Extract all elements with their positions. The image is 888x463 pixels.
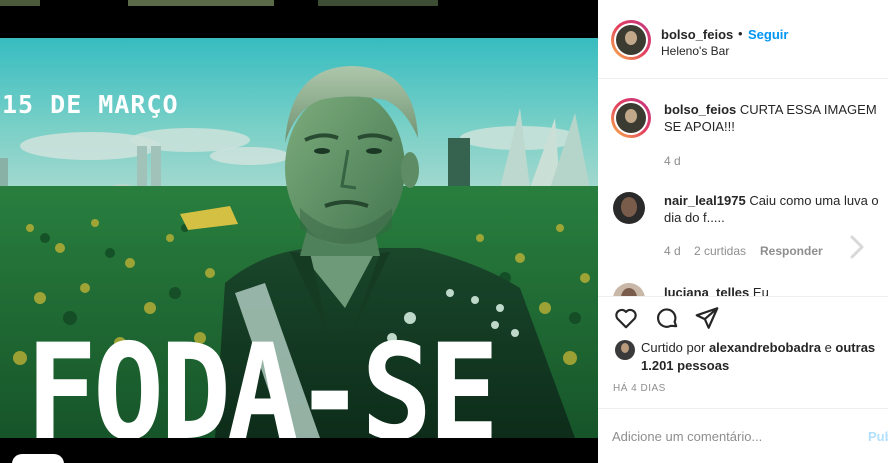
avatar[interactable]	[611, 98, 651, 138]
caption-username[interactable]: bolso_feios	[664, 102, 736, 117]
event-title-text: 15 DE MARÇO	[2, 90, 179, 119]
post-username[interactable]: bolso_feios	[661, 27, 733, 42]
thumbnail[interactable]	[0, 0, 40, 6]
post-side-panel: bolso_feios • Seguir Heleno's Bar bolso_…	[598, 0, 888, 463]
likes-prefix: Curtido por	[641, 340, 706, 355]
comment-likes[interactable]: 2 curtidas	[694, 244, 746, 258]
publish-button[interactable]: Publicar	[868, 429, 888, 444]
comment-input[interactable]	[612, 429, 832, 444]
comment-item: luciana_telles Eu	[664, 284, 884, 296]
avatar[interactable]	[615, 340, 635, 360]
comments-list[interactable]: bolso_feios CURTA ESSA IMAGEM SE APOIA!!…	[598, 78, 888, 296]
avatar[interactable]	[611, 20, 651, 60]
reply-button[interactable]: Responder	[760, 244, 823, 258]
post-timestamp[interactable]: HÁ 4 DIAS	[613, 383, 666, 394]
follow-button[interactable]: Seguir	[748, 27, 788, 42]
likes-conjunction: e	[824, 340, 832, 355]
post-header: bolso_feios • Seguir Heleno's Bar	[598, 0, 888, 79]
liked-by-user[interactable]: alexandrebobadra	[709, 340, 821, 355]
thumbnail[interactable]	[318, 0, 438, 6]
comment-item: nair_leal1975 Caiu como uma luva o dia d…	[664, 192, 884, 226]
post-image[interactable]: 15 DE MARÇO FODA-SE	[0, 38, 598, 438]
likes-summary: Curtido por alexandrebobadra e outras 1.…	[641, 339, 881, 375]
share-icon[interactable]	[694, 305, 720, 331]
comment-username[interactable]: nair_leal1975	[664, 193, 746, 208]
separator-dot: •	[738, 26, 743, 41]
instagram-post-view: 15 DE MARÇO FODA-SE bolso_feios • Seguir…	[0, 0, 888, 463]
caption: bolso_feios CURTA ESSA IMAGEM SE APOIA!!…	[664, 101, 888, 135]
caption-time[interactable]: 4 d	[664, 154, 681, 168]
thumbnail[interactable]	[128, 0, 274, 6]
top-strip	[0, 0, 598, 38]
chevron-right-icon[interactable]	[844, 234, 870, 260]
bottom-strip	[0, 438, 598, 463]
comment-icon[interactable]	[654, 305, 680, 331]
add-comment-bar: Publicar	[598, 408, 888, 463]
avatar[interactable]	[613, 283, 645, 296]
action-bar	[598, 296, 888, 343]
avatar[interactable]	[613, 192, 645, 224]
heart-icon[interactable]	[613, 305, 639, 331]
comment-text: Eu	[752, 285, 769, 296]
comment-username[interactable]: luciana_telles	[664, 285, 749, 296]
headline-text: FODA-SE	[26, 314, 499, 438]
thumbnail[interactable]	[12, 454, 64, 463]
comment-time[interactable]: 4 d	[664, 244, 681, 258]
post-location[interactable]: Heleno's Bar	[661, 44, 729, 58]
